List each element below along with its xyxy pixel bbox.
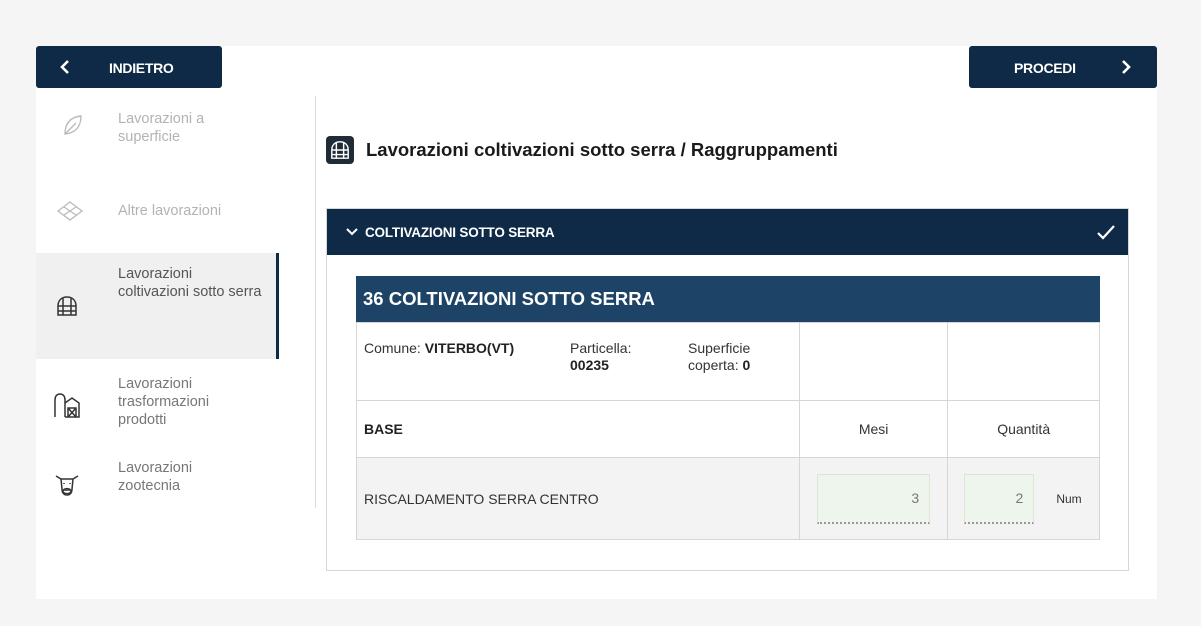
chevron-left-icon [60, 60, 69, 74]
next-button-label: PROCEDI [1014, 60, 1076, 76]
superficie-label: Superficie coperta: [688, 340, 751, 373]
table-row: Comune: VITERBO(VT) Particella: 00235 Su… [356, 322, 1100, 401]
sidebar-item-superficie[interactable]: Lavorazioni a superficie [36, 96, 279, 156]
mesi-input[interactable]: 3 [817, 473, 931, 524]
sidebar-item-label: Lavorazioni trasformazioni prodotti [118, 376, 210, 428]
back-button[interactable]: INDIETRO [36, 46, 222, 88]
table-header-row: BASE Mesi Quantità [356, 400, 1100, 458]
sidebar-divider [315, 96, 316, 508]
column-mesi: Mesi [798, 400, 949, 458]
group-section: 36 COLTIVAZIONI SOTTO SERRA Comune: VITE… [356, 276, 1100, 540]
sidebar-item-serra[interactable]: Lavorazioni coltivazioni sotto serra [36, 253, 279, 359]
particella-value: 00235 [570, 357, 609, 373]
lavorazioni-table: Comune: VITERBO(VT) Particella: 00235 Su… [356, 322, 1100, 540]
column-base: BASE [356, 400, 800, 458]
sidebar-item-altre[interactable]: Altre lavorazioni [36, 156, 279, 253]
silo-icon [54, 393, 80, 418]
back-button-label: INDIETRO [109, 60, 174, 76]
particella-label: Particella: [570, 340, 632, 356]
accordion-panel: COLTIVAZIONI SOTTO SERRA 36 COLTIVAZIONI… [326, 208, 1129, 571]
table-row: RISCALDAMENTO SERRA CENTRO 3 2 Num [356, 457, 1100, 540]
parcel-info: Comune: VITERBO(VT) Particella: 00235 Su… [357, 323, 799, 374]
sidebar-item-zootecnia[interactable]: Lavorazioni zootecnia [36, 459, 279, 519]
section-title: 36 COLTIVAZIONI SOTTO SERRA [356, 276, 1100, 322]
sidebar-item-label: Lavorazioni coltivazioni sotto serra [118, 266, 262, 300]
page-header: Lavorazioni coltivazioni sotto serra / R… [326, 136, 838, 164]
check-icon [1097, 225, 1115, 240]
layers-icon [56, 201, 84, 221]
superficie-value: 0 [742, 357, 751, 373]
accordion-header[interactable]: COLTIVAZIONI SOTTO SERRA [327, 209, 1128, 255]
greenhouse-icon [57, 296, 77, 316]
sidebar-item-label: Altre lavorazioni [118, 203, 222, 219]
greenhouse-icon [326, 136, 354, 164]
leaf-icon [64, 115, 82, 135]
cow-icon [55, 475, 79, 496]
page-title: Lavorazioni coltivazioni sotto serra / R… [366, 139, 838, 160]
column-quantita: Quantità [947, 400, 1100, 458]
next-button[interactable]: PROCEDI [969, 46, 1157, 88]
quantita-input[interactable]: 2 [964, 473, 1035, 524]
sidebar-item-label: Lavorazioni zootecnia [118, 460, 193, 494]
accordion-title: COLTIVAZIONI SOTTO SERRA [365, 224, 555, 240]
comune-label: Comune: [364, 340, 421, 356]
comune-value: VITERBO(VT) [424, 340, 515, 356]
chevron-down-icon [346, 228, 358, 236]
sidebar: Lavorazioni a superficie Altre lavorazio… [36, 96, 279, 519]
unit-label: Num [1056, 491, 1082, 506]
row-label: RISCALDAMENTO SERRA CENTRO [356, 457, 800, 540]
sidebar-item-label: Lavorazioni a superficie [118, 111, 205, 145]
sidebar-item-trasformazioni[interactable]: Lavorazioni trasformazioni prodotti [36, 359, 279, 459]
chevron-right-icon [1122, 60, 1131, 74]
